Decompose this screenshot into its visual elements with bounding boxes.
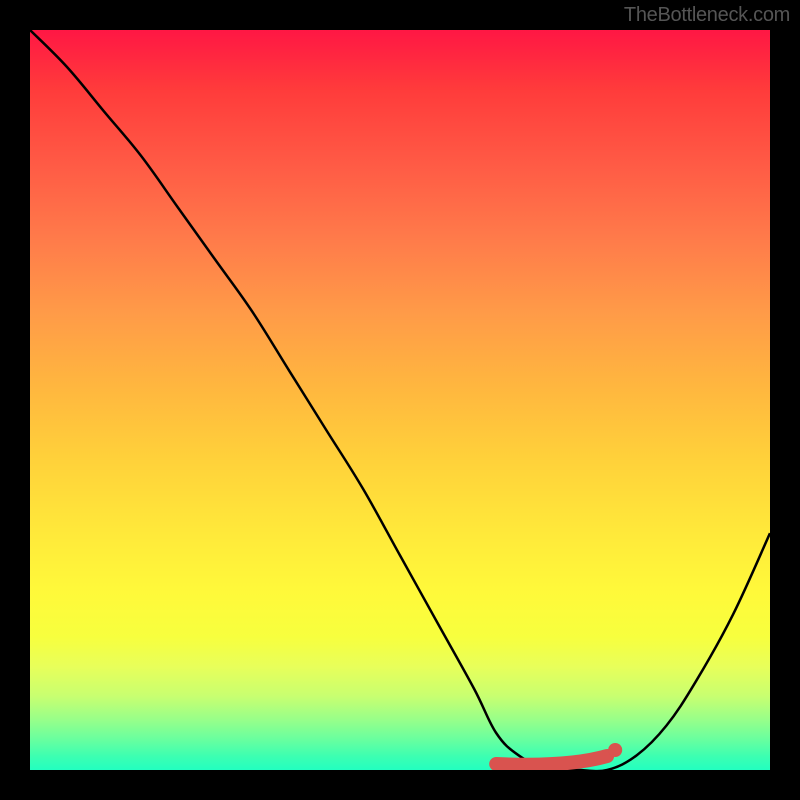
highlight-end-dot — [608, 743, 622, 757]
highlight-segment — [496, 756, 607, 765]
watermark-text: TheBottleneck.com — [624, 4, 790, 27]
curve-path — [30, 30, 770, 770]
chart-container: TheBottleneck.com — [0, 0, 800, 800]
bottleneck-curve-svg — [30, 30, 770, 770]
